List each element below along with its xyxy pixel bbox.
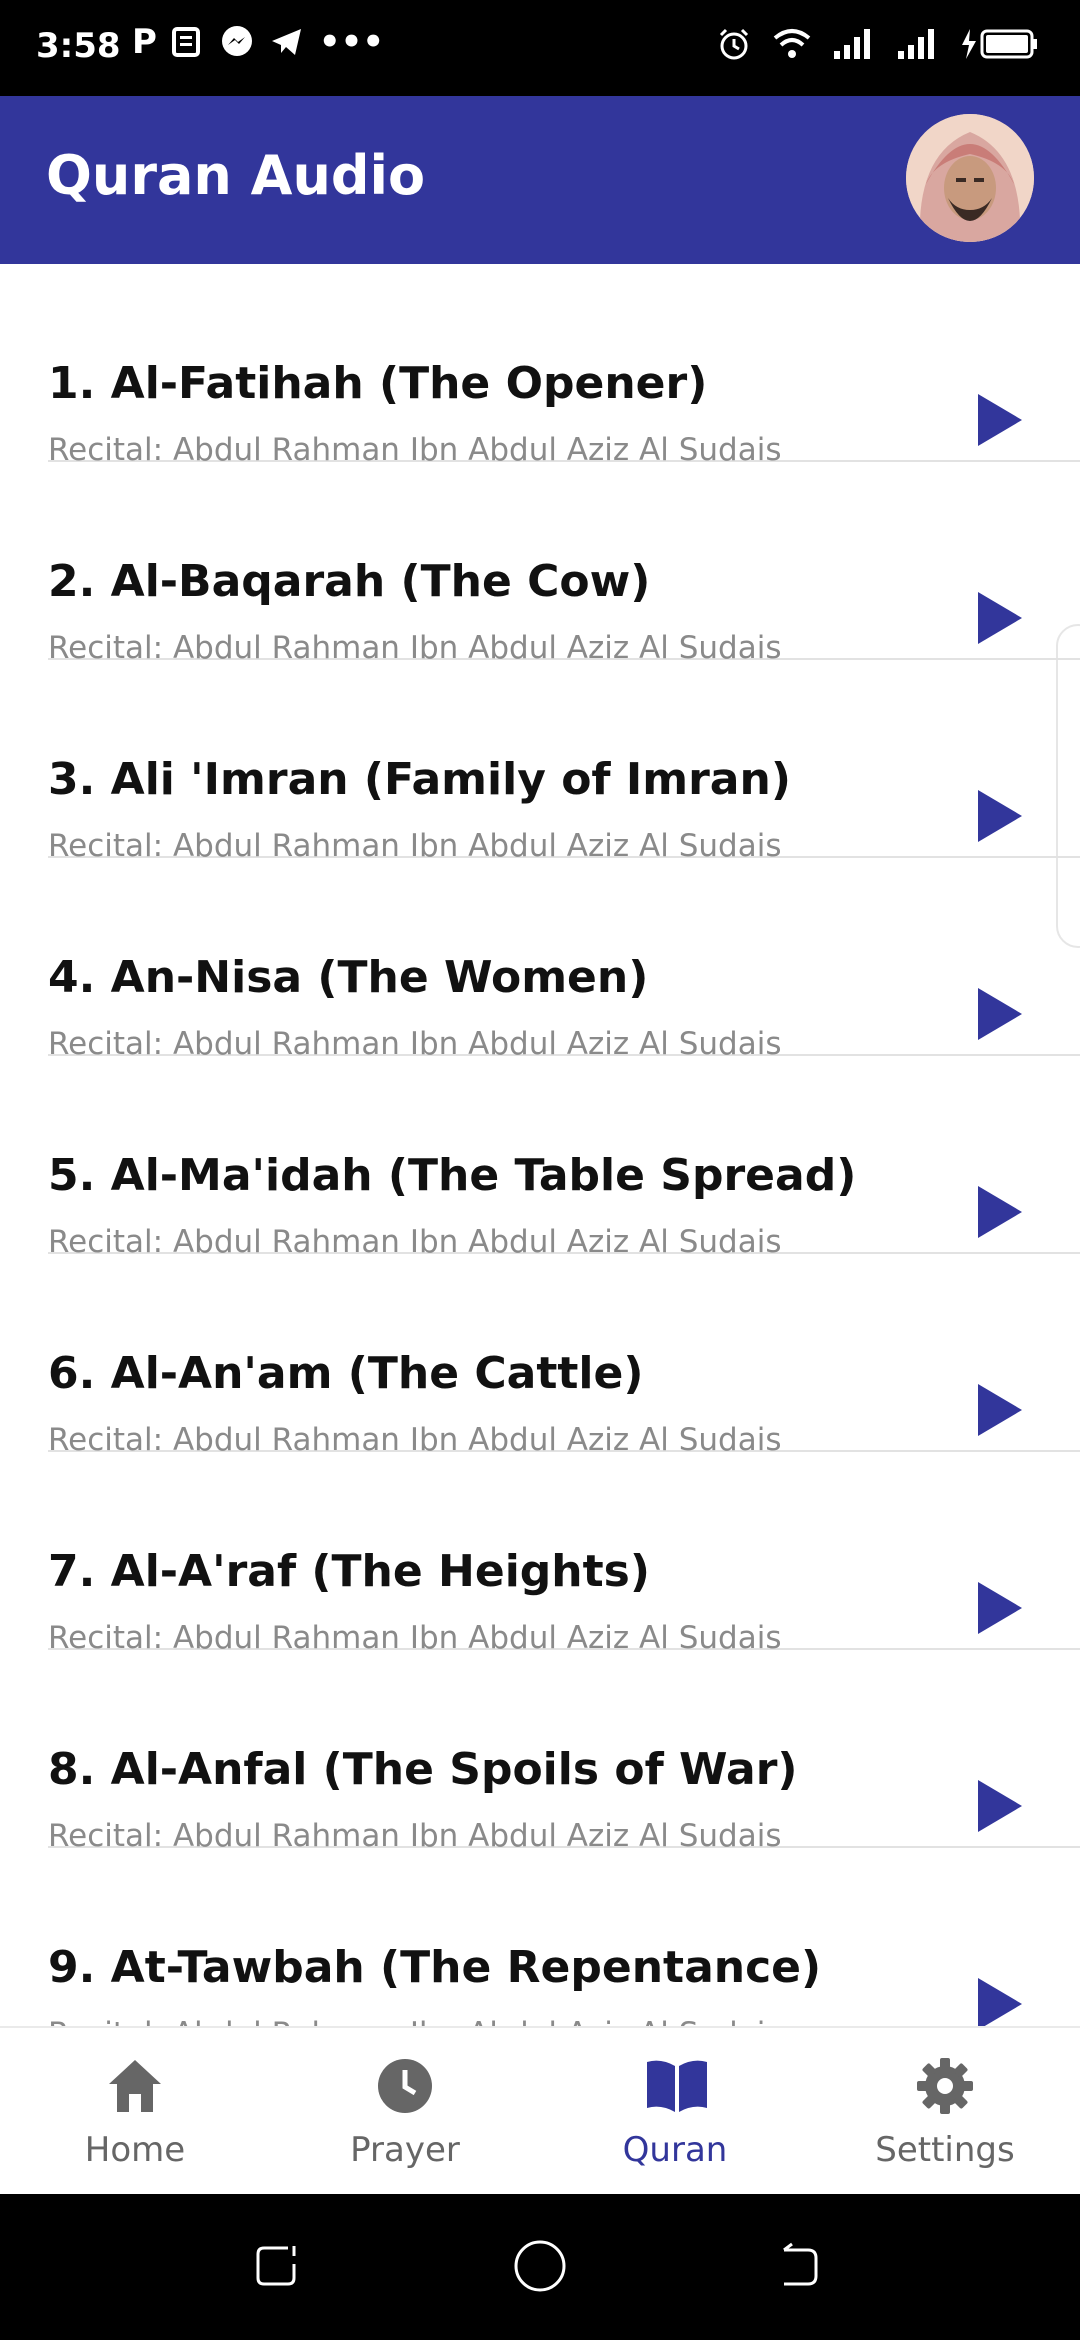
play-icon[interactable] bbox=[976, 1580, 1024, 1636]
clock-icon bbox=[378, 2059, 432, 2113]
app-bar: Quran Audio bbox=[0, 96, 1080, 264]
nav-quran-label: Quran bbox=[622, 2130, 728, 2170]
status-bar: 3:58 P ••• bbox=[0, 0, 1080, 96]
gear-icon bbox=[917, 2058, 973, 2114]
surah-title: 2. Al-Baqarah (The Cow) bbox=[48, 556, 651, 607]
list-item[interactable]: 2. Al-Baqarah (The Cow) Recital: Abdul R… bbox=[48, 462, 1080, 666]
reciter-avatar[interactable] bbox=[906, 114, 1034, 242]
play-icon[interactable] bbox=[976, 1184, 1024, 1240]
status-time: 3:58 bbox=[36, 26, 121, 66]
home-icon bbox=[109, 2060, 161, 2112]
surah-list[interactable]: 1. Al-Fatihah (The Opener) Recital: Abdu… bbox=[0, 264, 1080, 2026]
bottom-navigation: Home Prayer Quran Settings bbox=[0, 2026, 1080, 2196]
nav-prayer[interactable]: Prayer bbox=[270, 2028, 540, 2196]
surah-title: 8. Al-Anfal (The Spoils of War) bbox=[48, 1744, 798, 1795]
nav-settings[interactable]: Settings bbox=[810, 2028, 1080, 2196]
alarm-icon bbox=[719, 28, 749, 60]
notification-icons: P ••• bbox=[132, 22, 384, 62]
surah-title: 7. Al-A'raf (The Heights) bbox=[48, 1546, 650, 1597]
list-item[interactable]: 5. Al-Ma'idah (The Table Spread) Recital… bbox=[48, 1056, 1080, 1260]
page-title: Quran Audio bbox=[46, 144, 426, 207]
play-icon[interactable] bbox=[976, 1382, 1024, 1438]
play-icon[interactable] bbox=[976, 590, 1024, 646]
reciter-portrait-icon bbox=[906, 114, 1034, 242]
reciter-label: Recital: Abdul Rahman Ibn Abdul Aziz Al … bbox=[48, 2016, 781, 2026]
system-status-icons bbox=[716, 26, 1040, 62]
play-icon[interactable] bbox=[976, 986, 1024, 1042]
list-item[interactable]: 7. Al-A'raf (The Heights) Recital: Abdul… bbox=[48, 1452, 1080, 1656]
nav-settings-label: Settings bbox=[875, 2130, 1015, 2170]
open-book-icon bbox=[647, 2060, 707, 2112]
signal-icon-2 bbox=[898, 29, 934, 59]
back-icon[interactable] bbox=[772, 2238, 828, 2294]
parking-app-icon: P bbox=[132, 22, 157, 62]
recent-apps-icon[interactable] bbox=[250, 2238, 306, 2294]
surah-title: 5. Al-Ma'idah (The Table Spread) bbox=[48, 1150, 857, 1201]
home-circle-icon[interactable] bbox=[512, 2238, 568, 2294]
messenger-icon bbox=[221, 26, 252, 56]
signal-icon bbox=[834, 29, 870, 59]
news-icon bbox=[171, 27, 200, 57]
list-item[interactable]: 1. Al-Fatihah (The Opener) Recital: Abdu… bbox=[48, 264, 1080, 468]
battery-charging-icon bbox=[962, 29, 1037, 59]
surah-title: 1. Al-Fatihah (The Opener) bbox=[48, 358, 708, 409]
surah-title: 3. Ali 'Imran (Family of Imran) bbox=[48, 754, 791, 805]
play-icon[interactable] bbox=[976, 1976, 1024, 2026]
nav-quran[interactable]: Quran bbox=[540, 2028, 810, 2196]
list-item[interactable]: 3. Ali 'Imran (Family of Imran) Recital:… bbox=[48, 660, 1080, 864]
play-icon[interactable] bbox=[976, 788, 1024, 844]
list-item[interactable]: 6. Al-An'am (The Cattle) Recital: Abdul … bbox=[48, 1254, 1080, 1458]
play-icon[interactable] bbox=[976, 1778, 1024, 1834]
surah-title: 6. Al-An'am (The Cattle) bbox=[48, 1348, 644, 1399]
list-item[interactable]: 8. Al-Anfal (The Spoils of War) Recital:… bbox=[48, 1650, 1080, 1854]
nav-home[interactable]: Home bbox=[0, 2028, 270, 2196]
surah-title: 4. An-Nisa (The Women) bbox=[48, 952, 649, 1003]
nav-home-label: Home bbox=[84, 2130, 186, 2170]
play-icon[interactable] bbox=[976, 392, 1024, 448]
system-navigation-bar bbox=[0, 2194, 1080, 2340]
wifi-icon bbox=[773, 29, 811, 58]
telegram-icon bbox=[271, 29, 301, 55]
nav-prayer-label: Prayer bbox=[350, 2130, 460, 2170]
list-item[interactable]: 4. An-Nisa (The Women) Recital: Abdul Ra… bbox=[48, 858, 1080, 1062]
more-notifications-icon: ••• bbox=[318, 22, 385, 62]
surah-title: 9. At-Tawbah (The Repentance) bbox=[48, 1942, 822, 1993]
list-item[interactable]: 9. At-Tawbah (The Repentance) Recital: A… bbox=[48, 1848, 1080, 2026]
